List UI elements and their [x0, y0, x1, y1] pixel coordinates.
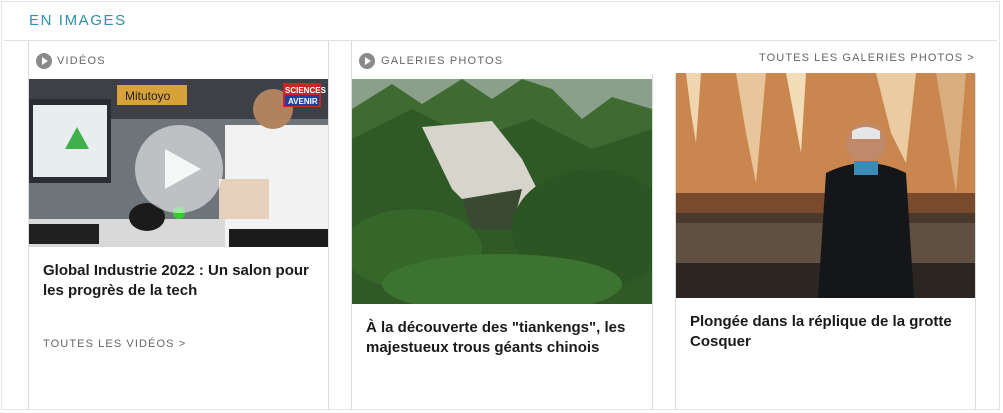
video-thumbnail[interactable]: Mitutoyo SCIENCES AVENIR: [29, 79, 328, 247]
play-icon: [36, 53, 52, 69]
column-divider: [328, 41, 329, 410]
video-thumbnail-image: Mitutoyo SCIENCES AVENIR: [29, 79, 328, 247]
logo-line-1: SCIENCES: [285, 86, 327, 95]
section-title: EN IMAGES: [29, 12, 127, 29]
gallery-thumbnail-cosquer[interactable]: [676, 73, 975, 298]
en-images-module: EN IMAGES VIDÉOS GALERIES PHOTOS TOUTES …: [1, 1, 1000, 410]
cosquer-image: [676, 73, 975, 298]
title-divider: [4, 40, 997, 41]
galleries-category-label: GALERIES PHOTOS: [381, 55, 504, 67]
gallery-title-cosquer[interactable]: Plongée dans la réplique de la grotte Co…: [690, 312, 966, 352]
all-galleries-link[interactable]: TOUTES LES GALERIES PHOTOS >: [759, 52, 975, 64]
all-videos-link[interactable]: TOUTES LES VIDÉOS >: [43, 338, 186, 350]
video-title[interactable]: Global Industrie 2022 : Un salon pour le…: [43, 261, 319, 301]
column-divider: [975, 74, 976, 410]
booth-sign: Mitutoyo: [125, 89, 171, 103]
tiankeng-image: [352, 79, 652, 304]
column-divider: [652, 74, 653, 410]
play-icon: [359, 53, 375, 69]
videos-category-label: VIDÉOS: [57, 55, 106, 67]
logo-line-2: AVENIR: [288, 97, 318, 106]
gallery-title-tiankengs[interactable]: À la découverte des "tiankengs", les maj…: [366, 318, 642, 358]
gallery-thumbnail-tiankengs[interactable]: [352, 79, 652, 304]
